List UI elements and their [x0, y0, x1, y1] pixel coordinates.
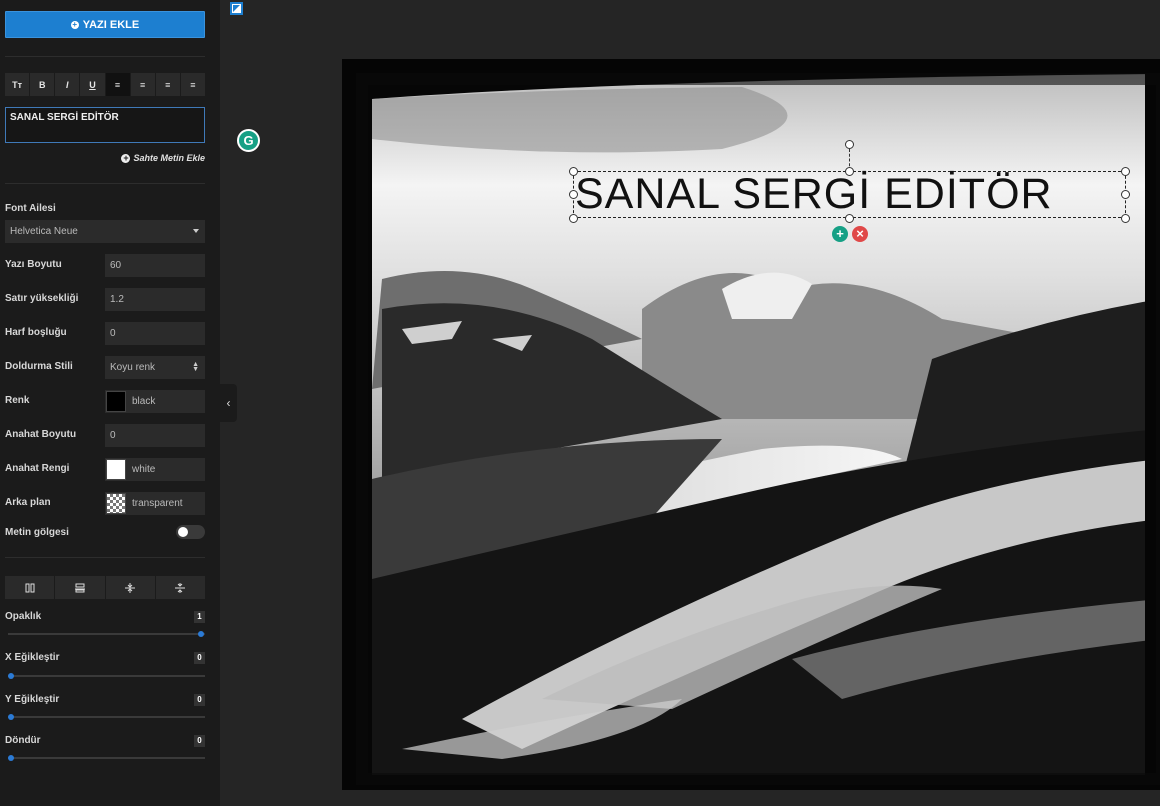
text-case-button[interactable]: Tт	[5, 73, 31, 96]
resize-handle-bottom-left[interactable]	[569, 214, 578, 223]
opacity-slider[interactable]	[8, 631, 205, 637]
align-left-button[interactable]: ≡	[105, 73, 131, 96]
landscape-image	[342, 59, 1160, 790]
align-vertical-center-button[interactable]	[55, 576, 106, 599]
rotate-value: 0	[194, 735, 205, 747]
opacity-label: Opaklık	[5, 611, 42, 622]
skew-y-label: Y Eğikleştir	[5, 694, 60, 705]
chevron-down-icon	[193, 229, 199, 233]
font-size-input[interactable]: 60	[105, 254, 205, 277]
skew-x-label: X Eğikleştir	[5, 652, 60, 663]
outline-size-input[interactable]: 0	[105, 424, 205, 447]
canvas-text-object[interactable]: SANAL SERGİ EDİTÖR	[575, 170, 1053, 219]
updown-caret-icon: ▲ ▼	[192, 361, 199, 373]
font-family-value: Helvetica Neue	[10, 226, 78, 237]
resize-handle-bottom[interactable]	[845, 214, 854, 223]
chevron-left-icon: ‹	[226, 396, 231, 410]
skew-x-value: 0	[194, 652, 205, 664]
font-size-label: Yazı Boyutu	[5, 259, 62, 270]
add-fake-text-link[interactable]: + Sahte Metin Ekle	[121, 153, 205, 163]
resize-handle-bottom-right[interactable]	[1121, 214, 1130, 223]
opacity-value: 1	[194, 611, 205, 623]
background-swatch[interactable]	[106, 493, 126, 514]
grammarly-icon[interactable]: G	[237, 129, 260, 152]
background-value: transparent	[132, 498, 183, 509]
background-color-picker[interactable]: transparent	[105, 492, 205, 515]
add-text-button[interactable]: + YAZI EKLE	[5, 11, 205, 38]
text-content-input[interactable]: SANAL SERGİ EDİTÖR	[5, 107, 205, 143]
rotate-label: Döndür	[5, 735, 41, 746]
align-v-icon	[74, 583, 85, 592]
color-swatch[interactable]	[106, 391, 126, 412]
outline-color-value: white	[132, 464, 156, 475]
duplicate-object-button[interactable]: +	[832, 226, 848, 242]
font-family-select[interactable]: Helvetica Neue	[5, 220, 205, 243]
fill-style-select[interactable]: Koyu renk ▲ ▼	[105, 356, 205, 379]
rotate-slider[interactable]	[8, 755, 205, 761]
letter-spacing-label: Harf boşluğu	[5, 327, 67, 338]
resize-handle-top-left[interactable]	[569, 167, 578, 176]
outline-size-label: Anahat Boyutu	[5, 429, 77, 440]
background-label: Arka plan	[5, 497, 51, 508]
italic-button[interactable]: I	[55, 73, 81, 96]
divider	[5, 56, 205, 57]
fill-style-value: Koyu renk	[110, 362, 156, 373]
distribute-v-icon	[125, 582, 136, 593]
distribute-h-icon	[175, 582, 186, 593]
line-height-label: Satır yüksekliği	[5, 293, 79, 304]
resize-handle-right[interactable]	[1121, 190, 1130, 199]
position-align-toolbar	[5, 576, 205, 599]
letter-spacing-input[interactable]: 0	[105, 322, 205, 345]
text-shadow-toggle[interactable]	[176, 525, 205, 539]
distribute-vertical-button[interactable]	[106, 576, 156, 599]
delete-object-button[interactable]: ×	[852, 226, 868, 242]
align-center-button[interactable]: ≡	[131, 73, 156, 96]
fill-style-label: Doldurma Stili	[5, 361, 73, 372]
toggle-knob	[178, 527, 188, 537]
align-justify-button[interactable]: ≡	[181, 73, 205, 96]
align-h-icon	[25, 583, 35, 592]
color-value: black	[132, 396, 156, 407]
skew-y-value: 0	[194, 694, 205, 706]
align-horizontal-center-button[interactable]	[5, 576, 56, 599]
rotate-handle[interactable]	[845, 140, 854, 149]
add-fake-text-label: Sahte Metin Ekle	[133, 153, 205, 163]
line-height-input[interactable]: 1.2	[105, 288, 205, 311]
divider	[5, 183, 205, 184]
slider-thumb[interactable]	[8, 714, 14, 720]
plus-circle-icon: +	[121, 152, 131, 163]
resize-handle-top-right[interactable]	[1121, 167, 1130, 176]
skew-x-slider[interactable]	[8, 673, 205, 679]
plus-circle-icon: +	[70, 19, 79, 29]
outline-color-picker[interactable]: white	[105, 458, 205, 481]
editor-canvas[interactable]	[342, 59, 1160, 790]
outline-color-swatch[interactable]	[106, 459, 126, 480]
text-shadow-label: Metin gölgesi	[5, 527, 69, 538]
slider-thumb[interactable]	[8, 673, 14, 679]
underline-button[interactable]: U	[80, 73, 106, 96]
app-logo-icon[interactable]	[230, 2, 243, 15]
slider-thumb[interactable]	[198, 631, 204, 637]
slider-thumb[interactable]	[8, 755, 14, 761]
font-family-label: Font Ailesi	[5, 203, 56, 214]
sidebar: + YAZI EKLE Tт B I U ≡ ≡ ≡ ≡ SANAL SERGİ…	[0, 0, 220, 806]
skew-y-slider[interactable]	[8, 714, 205, 720]
divider	[5, 557, 205, 558]
add-text-button-label: YAZI EKLE	[82, 18, 140, 31]
resize-handle-left[interactable]	[569, 190, 578, 199]
color-picker[interactable]: black	[105, 390, 205, 413]
bold-button[interactable]: B	[30, 73, 56, 96]
color-label: Renk	[5, 395, 30, 406]
resize-handle-top[interactable]	[845, 167, 854, 176]
outline-color-label: Anahat Rengi	[5, 463, 70, 474]
collapse-sidebar-button[interactable]: ‹	[220, 384, 237, 422]
distribute-horizontal-button[interactable]	[156, 576, 205, 599]
text-format-toolbar: Tт B I U ≡ ≡ ≡ ≡	[5, 73, 205, 96]
align-right-button[interactable]: ≡	[156, 73, 181, 96]
